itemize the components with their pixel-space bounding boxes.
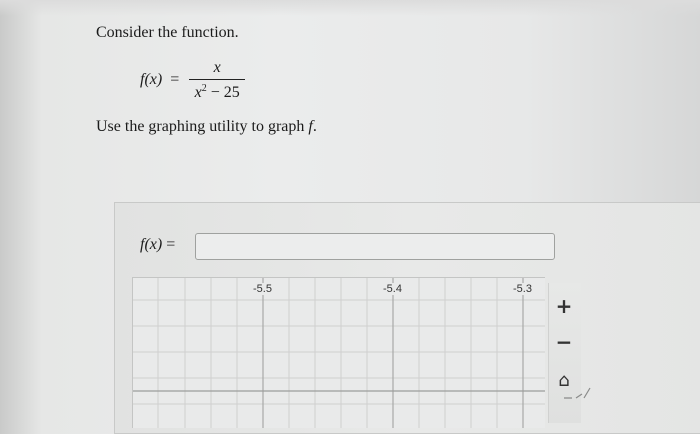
- instruction-prefix: Use the graphing utility to graph: [96, 118, 309, 135]
- formula-equals: =: [170, 71, 180, 88]
- function-formula: f(x) = x x2 − 25: [140, 58, 246, 102]
- instruction-suffix: .: [312, 118, 317, 135]
- function-input[interactable]: [195, 233, 555, 260]
- denominator-rest: − 25: [206, 83, 240, 101]
- instruction-text: Use the graphing utility to graph f.: [96, 118, 317, 136]
- graph-grid: [133, 278, 545, 428]
- graphing-canvas[interactable]: [132, 277, 545, 428]
- question-intro: Consider the function.: [96, 24, 239, 41]
- formula-numerator: x: [213, 58, 221, 76]
- formula-lhs: f(x): [140, 71, 163, 88]
- x-tick-label: -5.4: [382, 283, 403, 295]
- answer-label: f(x) =: [140, 236, 175, 254]
- minus-icon[interactable]: −: [550, 328, 578, 356]
- answer-label-fx: f(x): [140, 236, 163, 253]
- denominator-var: x: [194, 83, 202, 101]
- formula-fraction: x x2 − 25: [189, 58, 246, 102]
- answer-label-equals: =: [166, 236, 176, 253]
- plus-icon[interactable]: +: [550, 292, 578, 320]
- x-tick-label: -5.3: [512, 283, 533, 295]
- corner-mark-icon: [564, 387, 591, 399]
- top-shade: [0, 0, 700, 16]
- x-tick-label: -5.5: [252, 283, 273, 295]
- formula-denominator: x2 − 25: [195, 80, 240, 102]
